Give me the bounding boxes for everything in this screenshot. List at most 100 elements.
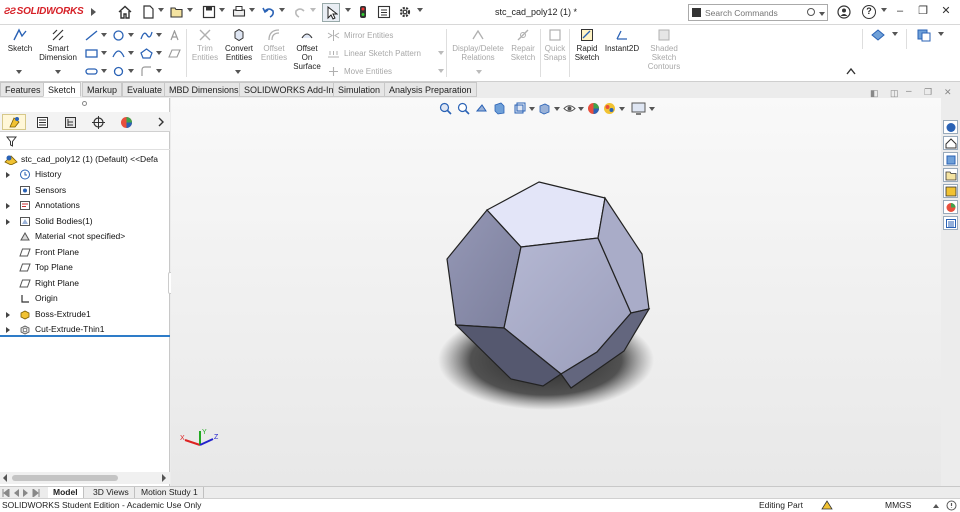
chevron-down-icon[interactable]	[156, 51, 162, 55]
restore-window-icon[interactable]: ❐	[916, 4, 930, 18]
status-info-icon[interactable]	[946, 500, 957, 511]
solidworks-logo[interactable]: ƧƧSOLIDWORKS	[4, 6, 84, 17]
horizontal-scrollbar[interactable]	[0, 472, 170, 484]
scroll-right-icon[interactable]	[161, 474, 167, 482]
chevron-down-icon[interactable]	[101, 69, 107, 73]
display-delete-relations-button[interactable]: Display/Delete Relations	[450, 28, 506, 62]
appearances-tab[interactable]	[943, 200, 958, 214]
tree-item-front-plane[interactable]: Front Plane	[0, 245, 170, 260]
chevron-down-icon[interactable]	[101, 51, 107, 55]
chevron-down-icon[interactable]	[819, 12, 825, 16]
close-window-icon[interactable]: ✕	[939, 4, 953, 18]
viewport-tile-icon[interactable]: ◫	[890, 88, 899, 99]
previous-tab-icon[interactable]	[12, 489, 20, 497]
circle-icon[interactable]	[112, 30, 125, 41]
units-selector[interactable]: MMGS	[885, 499, 911, 512]
help-icon[interactable]: ?	[862, 5, 876, 19]
chevron-down-icon[interactable]	[279, 8, 285, 12]
rapid-sketch-button[interactable]: Rapid Sketch	[572, 28, 602, 62]
chevron-down-icon[interactable]	[235, 70, 241, 74]
tree-item-solid-bodies-1[interactable]: Solid Bodies(1)	[0, 214, 170, 229]
tab-simulation[interactable]: Simulation	[333, 82, 386, 97]
quick-snaps-button[interactable]: Quick Snaps	[542, 28, 568, 62]
expand-arrow-icon[interactable]	[6, 327, 10, 333]
chevron-down-icon[interactable]	[101, 33, 107, 37]
plane-icon[interactable]	[168, 48, 181, 59]
open-folder-icon[interactable]	[170, 5, 184, 19]
offset-on-surface-button[interactable]: Offset On Surface	[292, 28, 322, 71]
view-options-icon[interactable]	[916, 28, 932, 42]
chevron-down-icon[interactable]	[156, 69, 162, 73]
user-account-icon[interactable]	[837, 5, 851, 19]
search-icon[interactable]	[807, 8, 815, 16]
home-icon[interactable]	[118, 5, 132, 19]
file-explorer-tab[interactable]	[943, 152, 958, 166]
mirror-entities-button[interactable]: Mirror Entities	[344, 31, 393, 40]
property-manager-tab[interactable]	[30, 114, 54, 130]
spline-icon[interactable]	[140, 30, 153, 41]
chevron-down-icon[interactable]	[476, 70, 482, 74]
rollback-bar[interactable]	[0, 335, 170, 337]
rectangle-icon[interactable]	[85, 48, 98, 59]
chevron-down-icon[interactable]	[938, 32, 944, 36]
mirror-icon[interactable]	[327, 30, 340, 41]
polygon-icon[interactable]	[140, 48, 153, 59]
pin-toolbar-icon[interactable]	[870, 28, 886, 42]
scrollbar-thumb[interactable]	[12, 475, 118, 481]
custom-properties-tab[interactable]	[943, 216, 958, 230]
tab-markup[interactable]: Markup	[82, 82, 123, 97]
next-tab-icon[interactable]	[22, 489, 30, 497]
feature-manager-tab[interactable]	[2, 114, 26, 130]
linear-sketch-pattern-button[interactable]: Linear Sketch Pattern	[344, 49, 421, 58]
chevron-down-icon[interactable]	[158, 8, 164, 12]
expand-arrow-icon[interactable]	[6, 311, 10, 318]
expand-arrow-icon[interactable]	[6, 218, 10, 225]
chevron-down-icon[interactable]	[438, 51, 444, 55]
chevron-down-icon[interactable]	[219, 8, 225, 12]
move-icon[interactable]	[327, 66, 340, 77]
chevron-down-icon[interactable]	[417, 8, 423, 12]
chevron-up-icon[interactable]	[933, 504, 939, 508]
tree-item-material-not-specified[interactable]: Material <not specified>	[0, 229, 170, 244]
offset-entities-button[interactable]: Offset Entities	[258, 28, 290, 62]
first-tab-icon[interactable]	[2, 489, 10, 497]
viewport-close-icon[interactable]: ✕	[944, 87, 952, 98]
print-icon[interactable]	[232, 5, 246, 19]
new-document-icon[interactable]	[141, 5, 155, 19]
tree-item-boss-extrude1[interactable]: Boss-Extrude1	[0, 307, 170, 322]
chevron-down-icon[interactable]	[128, 33, 134, 37]
chevron-down-icon[interactable]	[128, 69, 134, 73]
tree-root-part[interactable]: stc_cad_poly12 (1) (Default) <<Defa	[0, 152, 170, 167]
tab-sketch[interactable]: Sketch	[43, 82, 81, 97]
expand-menu-icon[interactable]	[91, 8, 96, 16]
shaded-sketch-contours-button[interactable]: Shaded Sketch Contours	[644, 28, 684, 71]
design-library-tab[interactable]	[943, 136, 958, 150]
rebuild-status-icon[interactable]	[821, 500, 833, 511]
trim-entities-button[interactable]: Trim Entities	[190, 28, 220, 62]
view-palette-tab[interactable]	[943, 184, 958, 198]
chevron-down-icon[interactable]	[892, 32, 898, 36]
tab-evaluate[interactable]: Evaluate	[122, 82, 168, 97]
chevron-down-icon[interactable]	[156, 33, 162, 37]
tab-solidworks-add-ins[interactable]: SOLIDWORKS Add-Ins	[239, 82, 344, 97]
gear-icon[interactable]	[398, 5, 412, 19]
search-input[interactable]	[705, 7, 805, 19]
file-explorer-folder-tab[interactable]	[943, 168, 958, 182]
tree-item-origin[interactable]: Origin	[0, 291, 170, 306]
chevron-right-icon[interactable]	[157, 117, 165, 127]
expand-arrow-icon[interactable]	[6, 203, 10, 209]
chevron-down-icon[interactable]	[128, 51, 134, 55]
display-manager-tab[interactable]	[114, 114, 138, 130]
repair-sketch-button[interactable]: Repair Sketch	[508, 28, 538, 62]
line-icon[interactable]	[85, 30, 98, 41]
chevron-down-icon[interactable]	[187, 8, 193, 12]
tab-mbd-dimensions[interactable]: MBD Dimensions	[164, 82, 244, 97]
chevron-down-icon[interactable]	[55, 70, 61, 74]
scroll-left-icon[interactable]	[2, 474, 8, 482]
select-button[interactable]	[322, 3, 340, 22]
dimxpert-manager-tab[interactable]	[86, 114, 110, 130]
chevron-down-icon[interactable]	[881, 8, 887, 12]
panel-grip-icon[interactable]	[82, 101, 87, 106]
viewport-restore-icon[interactable]: ❐	[924, 87, 932, 98]
viewport-tile-icon[interactable]: ◧	[870, 88, 879, 99]
